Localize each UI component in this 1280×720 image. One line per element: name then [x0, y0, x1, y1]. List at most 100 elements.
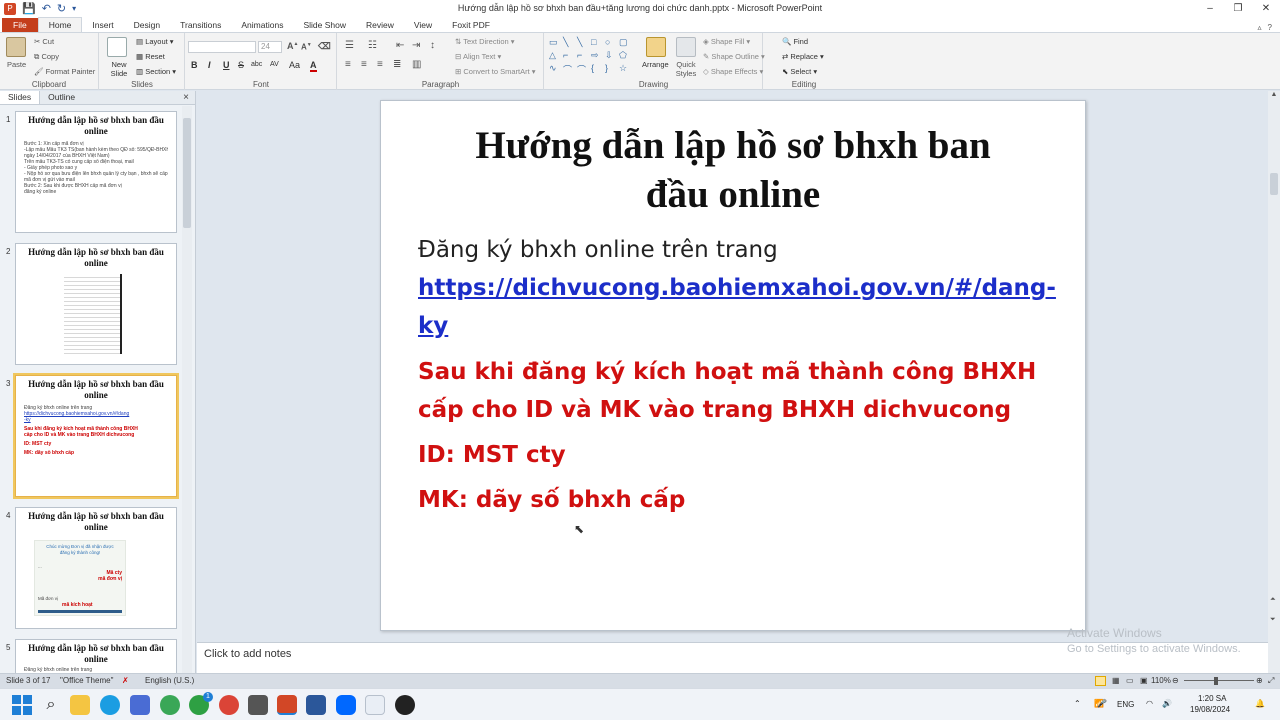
cut-button[interactable]: ✂ Cut [34, 37, 54, 46]
coccoc-icon[interactable] [160, 695, 180, 715]
shape-curve-icon[interactable]: ∿ [549, 63, 562, 77]
tray-overflow-icon[interactable]: ⌃ [1074, 699, 1081, 708]
tab-slides[interactable]: Slides [0, 91, 41, 104]
microphone-icon[interactable]: 🎤 [1097, 699, 1107, 708]
windows-start-icon[interactable] [12, 695, 32, 715]
wifi-icon[interactable]: ◠ [1146, 699, 1153, 708]
registration-link[interactable]: https://dichvucong.baohiemxahoi.gov.vn/#… [418, 269, 1068, 345]
chrome-2-icon[interactable] [219, 695, 239, 715]
convert-smartart-button[interactable]: ⊞ Convert to SmartArt ▾ [455, 67, 536, 76]
zoom-out-icon[interactable]: ⊖ [1172, 676, 1179, 685]
underline-button[interactable]: U [223, 60, 230, 70]
minimize-ribbon-icon[interactable]: ▵ [1258, 23, 1262, 32]
replace-button[interactable]: ⇄ Replace ▾ [782, 52, 824, 61]
shadow-button[interactable]: abc [251, 61, 262, 68]
clock-time[interactable]: 1:20 SA [1198, 694, 1226, 703]
shape-brace-icon[interactable]: { [591, 63, 604, 77]
app-icon[interactable] [248, 695, 268, 715]
bullets-icon[interactable]: ☰ [345, 40, 354, 51]
decrease-indent-icon[interactable]: ⇤ [396, 40, 404, 51]
shape-rect-icon[interactable]: ▭ [549, 37, 562, 49]
slide-thumbnail-3[interactable]: Hướng dẫn lập hồ sơ bhxh ban đầu online … [13, 373, 179, 499]
slideshow-view-icon[interactable]: ▣ [1140, 676, 1148, 685]
align-left-icon[interactable]: ≡ [345, 59, 351, 70]
shape-fill-button[interactable]: ◈ Shape Fill ▾ [703, 37, 750, 46]
language-tray[interactable]: ENG [1117, 700, 1134, 709]
shape-outline-button[interactable]: ✎ Shape Outline ▾ [703, 52, 765, 61]
align-text-button[interactable]: ⊟ Align Text ▾ [455, 52, 501, 61]
shape-arrow-down-icon[interactable]: ⇩ [605, 50, 618, 62]
record-app-icon[interactable] [395, 695, 415, 715]
previous-slide-icon[interactable]: ⏶ [1270, 596, 1276, 604]
file-explorer-icon[interactable] [70, 695, 90, 715]
close-panel-icon[interactable]: × [183, 92, 189, 103]
zoom-level[interactable]: 110% [1151, 676, 1171, 685]
shape-triangle-icon[interactable]: △ [549, 50, 562, 62]
quick-styles-icon[interactable] [676, 37, 696, 57]
font-name-combo[interactable] [188, 41, 256, 53]
slide-title[interactable]: Hướng dẫn lập hồ sơ bhxh ban đầu online [411, 121, 1055, 219]
increase-indent-icon[interactable]: ⇥ [412, 40, 420, 51]
numbering-icon[interactable]: ☷ [368, 40, 377, 51]
copy-button[interactable]: ⧉ Copy [34, 52, 59, 62]
reading-view-icon[interactable]: ▭ [1126, 676, 1134, 685]
current-slide[interactable]: Hướng dẫn lập hồ sơ bhxh ban đầu online … [380, 100, 1086, 631]
shape-curve3-icon[interactable]: ⌒ [577, 63, 590, 77]
search-icon[interactable]: ⌕ [41, 695, 61, 715]
spellcheck-icon[interactable]: ✗ [122, 676, 129, 685]
paste-icon[interactable] [6, 37, 26, 57]
find-button[interactable]: 🔍 Find [782, 37, 808, 46]
reset-button[interactable]: ▦ Reset [136, 52, 165, 61]
scrollbar-thumb[interactable] [1270, 173, 1278, 195]
scroll-up-icon[interactable]: ▲ [1268, 91, 1280, 98]
shape-curve2-icon[interactable]: ⌒ [563, 63, 576, 77]
theme-name[interactable]: "Office Theme" [60, 676, 113, 685]
slides-panel-scrollbar[interactable] [182, 106, 192, 673]
change-case-button[interactable]: Aa [289, 60, 300, 70]
justify-icon[interactable]: ≣ [393, 59, 401, 70]
tab-foxit-pdf[interactable]: Foxit PDF [442, 18, 500, 32]
quick-styles-button[interactable]: Quick Styles [673, 60, 699, 78]
select-button[interactable]: ⬉ Select ▾ [782, 67, 817, 76]
slide-body[interactable]: Đăng ký bhxh online trên trang https://d… [418, 231, 1068, 519]
close-button[interactable]: ✕ [1252, 0, 1280, 17]
shape-rect2-icon[interactable]: □ [591, 37, 604, 49]
arrange-icon[interactable] [646, 37, 666, 57]
fit-slide-icon[interactable]: ⤢ [1268, 676, 1274, 686]
section-button[interactable]: ▥ Section ▾ [136, 67, 176, 76]
tab-animations[interactable]: Animations [231, 18, 293, 32]
zoom-in-icon[interactable]: ⊕ [1256, 676, 1263, 685]
shape-line-icon[interactable]: ╲ [563, 37, 576, 49]
minimize-button[interactable]: – [1196, 0, 1224, 17]
slide-thumbnail-1[interactable]: Hướng dẫn lập hồ sơ bhxh ban đầu online … [15, 111, 177, 233]
italic-button[interactable]: I [208, 60, 211, 70]
paste-button[interactable]: Paste [7, 60, 26, 69]
shape-corner2-icon[interactable]: ⌐ [577, 50, 590, 62]
layout-button[interactable]: ▤ Layout ▾ [136, 37, 174, 46]
zalo-icon[interactable] [336, 695, 356, 715]
align-right-icon[interactable]: ≡ [377, 59, 383, 70]
tab-slide-show[interactable]: Slide Show [293, 18, 356, 32]
shape-corner-icon[interactable]: ⌐ [563, 50, 576, 62]
maximize-button[interactable]: ❐ [1224, 0, 1252, 17]
next-slide-icon[interactable]: ⏷ [1270, 616, 1276, 624]
tab-insert[interactable]: Insert [82, 18, 123, 32]
zoom-slider-thumb[interactable] [1214, 677, 1218, 685]
edge-icon[interactable] [100, 695, 120, 715]
store-icon[interactable] [130, 695, 150, 715]
format-painter-button[interactable]: 🖌 Format Painter [34, 67, 95, 76]
notification-bell-icon[interactable]: 🔔 [1255, 699, 1265, 708]
scrollbar-thumb[interactable] [183, 118, 191, 228]
calendar-app-icon[interactable] [365, 695, 385, 715]
char-spacing-button[interactable]: AV [270, 61, 279, 68]
new-slide-icon[interactable] [107, 37, 127, 57]
powerpoint-taskbar-icon[interactable] [277, 695, 297, 715]
text-direction-button[interactable]: ⇅ Text Direction ▾ [455, 37, 515, 46]
volume-icon[interactable]: 🔊 [1162, 699, 1172, 708]
tab-file[interactable]: File [2, 18, 38, 32]
shape-star-icon[interactable]: ☆ [619, 63, 632, 77]
strikethrough-button[interactable]: S [238, 60, 244, 70]
normal-view-icon[interactable] [1095, 676, 1106, 686]
shapes-gallery[interactable]: ▭ ╲ ╲ □ ○ ▢ △ ⌐ ⌐ ⇨ ⇩ ⬠ ∿ ⌒ ⌒{} ☆ [549, 37, 637, 77]
clock-date[interactable]: 19/08/2024 [1190, 705, 1230, 714]
